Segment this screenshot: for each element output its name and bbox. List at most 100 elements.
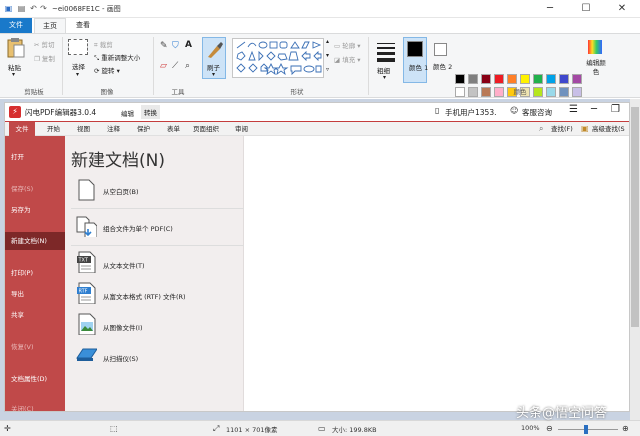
rainbow-icon	[588, 40, 602, 54]
option-blank-page[interactable]: 从空白页(B)	[103, 186, 139, 196]
select-icon[interactable]	[68, 39, 88, 55]
find-button[interactable]: 查找(F)	[551, 122, 573, 136]
close-button[interactable]: ✕	[604, 0, 640, 18]
palette-swatch[interactable]	[546, 87, 556, 97]
copy-button[interactable]: ❐ 复制	[34, 53, 55, 63]
zoom-out-button[interactable]: ⊖	[546, 424, 553, 433]
palette-swatch[interactable]	[572, 74, 582, 84]
palette-swatch[interactable]	[546, 74, 556, 84]
zoom-in-button[interactable]: ⊕	[622, 424, 629, 433]
palette-swatch[interactable]	[533, 74, 543, 84]
pdf-menu-organize[interactable]: 页面组织	[193, 122, 219, 136]
palette-swatch[interactable]	[481, 87, 491, 97]
user-name[interactable]: 手机用户1353.	[445, 107, 496, 118]
pdf-restore-icon[interactable]: ❐	[611, 104, 620, 115]
sidebar-item-open[interactable]: 打开	[5, 148, 65, 166]
minimize-button[interactable]: ─	[532, 0, 568, 18]
rotate-button[interactable]: ⟳ 旋转 ▾	[94, 65, 120, 75]
pdf-menu-annotate[interactable]: 注释	[107, 122, 120, 136]
save-icon[interactable]: ▤	[16, 3, 27, 14]
pdf-tab-edit[interactable]: 编辑	[121, 108, 134, 118]
ribbon-tabs: 文件 主页 查看	[0, 18, 640, 33]
find-icon: ⌕	[539, 124, 544, 133]
option-combine-files[interactable]: 组合文件为单个 PDF(C)	[103, 223, 173, 233]
pdf-menu-protect[interactable]: 保护	[137, 122, 150, 136]
palette-swatch[interactable]	[481, 74, 491, 84]
palette-swatch[interactable]	[559, 74, 569, 84]
shapes-gallery[interactable]	[232, 38, 324, 78]
size-dropdown-icon: ▾	[383, 74, 387, 81]
shapes-expand-icon[interactable]: ▿	[326, 66, 329, 73]
cut-button[interactable]: ✂ 剪切	[34, 39, 55, 49]
zoom-slider-thumb[interactable]	[584, 425, 588, 434]
paste-dropdown-icon[interactable]: ▾	[12, 71, 15, 78]
edit-colors-button[interactable]	[586, 38, 606, 56]
fill-icon[interactable]: ⛉	[172, 41, 179, 51]
tab-home[interactable]: 主页	[34, 18, 66, 33]
vertical-scrollbar[interactable]	[630, 99, 640, 420]
eraser-icon[interactable]: ▱	[160, 61, 167, 71]
palette-swatch[interactable]	[572, 87, 582, 97]
resize-button[interactable]: ⤡ 重新调整大小	[94, 52, 140, 63]
edit-colors-label: 编辑颜色	[586, 59, 606, 76]
option-text-file[interactable]: 从文本文件(T)	[103, 260, 145, 270]
palette-swatch[interactable]	[520, 74, 530, 84]
pdf-menu-review[interactable]: 审阅	[235, 122, 248, 136]
pdf-menubar: 文件 开始 视图 注释 保护 表单 页面组织 审阅 ⌕ 查找(F) ▣ 高级查找…	[5, 122, 629, 136]
advanced-find-button[interactable]: 高级查找(S	[592, 122, 625, 136]
size-button[interactable]: 粗细 ▾	[374, 37, 398, 83]
palette-swatch[interactable]	[494, 74, 504, 84]
brush-button[interactable]: 刷子 ▾	[202, 37, 226, 79]
zoom-slider-track[interactable]	[558, 429, 618, 430]
option-scanner[interactable]: 从扫描仪(S)	[103, 353, 138, 363]
maximize-button[interactable]: ☐	[568, 0, 604, 18]
color-picker-icon[interactable]: ⟋	[172, 61, 178, 71]
palette-swatch[interactable]	[507, 74, 517, 84]
palette-swatch[interactable]	[468, 87, 478, 97]
sidebar-item-print[interactable]: 打印(P)	[5, 264, 65, 282]
sidebar-item-save[interactable]: 保存(S)	[5, 180, 65, 198]
pdf-menu-file[interactable]: 文件	[9, 122, 35, 136]
option-image-file[interactable]: 从图像文件(I)	[103, 322, 143, 332]
pasted-screenshot[interactable]: ⚡ 闪电PDF编辑器3.0.4 编辑 转换 ▯ 手机用户1353. ☺ 客服咨询…	[4, 102, 630, 412]
palette-swatch[interactable]	[455, 74, 465, 84]
divider	[71, 245, 244, 246]
paste-icon[interactable]	[6, 37, 26, 59]
palette-swatch[interactable]	[468, 74, 478, 84]
support-link[interactable]: 客服咨询	[522, 107, 552, 118]
sidebar-item-save-as[interactable]: 另存为	[5, 201, 65, 219]
scrollbar-thumb[interactable]	[631, 107, 639, 327]
menu-icon[interactable]: ☰	[569, 104, 578, 115]
sidebar-item-new-document[interactable]: 新建文档(N)	[5, 232, 65, 250]
tools-group-label: 工具	[171, 88, 185, 96]
outline-button[interactable]: ▭ 轮廓 ▾	[334, 40, 361, 50]
text-icon[interactable]: A	[185, 40, 192, 50]
select-button[interactable]: 选择	[72, 61, 85, 71]
palette-swatch[interactable]	[559, 87, 569, 97]
color2-button[interactable]: 颜色 2	[431, 37, 452, 83]
sidebar-item-export[interactable]: 导出	[5, 285, 65, 303]
pencil-icon[interactable]: ✎	[160, 41, 168, 51]
sidebar-item-properties[interactable]: 文档属性(D)	[5, 370, 65, 388]
pdf-tab-convert[interactable]: 转换	[141, 105, 160, 119]
palette-swatch[interactable]	[455, 87, 465, 97]
pdf-menu-start[interactable]: 开始	[47, 122, 60, 136]
shapes-scroll-up-icon[interactable]: ▴	[326, 38, 329, 45]
crop-button[interactable]: ⌗ 裁剪	[94, 39, 113, 50]
fill-button[interactable]: ◪ 填充 ▾	[334, 54, 361, 64]
shapes-scroll-down-icon[interactable]: ▾	[326, 52, 329, 59]
color1-button[interactable]: 颜色 1	[403, 37, 428, 83]
option-rtf-file[interactable]: 从富文本格式 (RTF) 文件(R)	[103, 291, 186, 301]
tab-view[interactable]: 查看	[68, 18, 98, 33]
sidebar-item-close[interactable]: 关闭(C)	[5, 400, 65, 411]
pdf-menu-view[interactable]: 视图	[77, 122, 90, 136]
sidebar-item-recover[interactable]: 恢复(V)	[5, 338, 65, 356]
palette-swatch[interactable]	[494, 87, 504, 97]
select-dropdown-icon[interactable]: ▾	[76, 71, 79, 78]
pdf-menu-form[interactable]: 表单	[167, 122, 180, 136]
magnifier-icon[interactable]: ⌕	[185, 61, 190, 71]
tab-file[interactable]: 文件	[0, 18, 32, 33]
pdf-minimize-icon[interactable]: ─	[591, 104, 597, 115]
sidebar-item-share[interactable]: 共享	[5, 306, 65, 324]
redo-icon[interactable]: ↷	[38, 3, 49, 14]
